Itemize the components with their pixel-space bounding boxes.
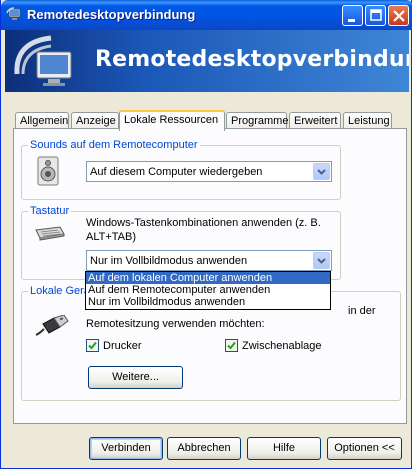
close-button[interactable] <box>388 5 409 26</box>
tab-label: Anzeige <box>76 115 116 127</box>
clipboard-label: Zwischenablage <box>242 340 322 352</box>
remote-desktop-banner-icon <box>11 34 77 90</box>
remote-desktop-window: Remotedesktopverbindung Remotedesktopver… <box>0 0 412 469</box>
connect-button[interactable]: Verbinden <box>89 437 163 460</box>
tab-strip: Allgemein Anzeige Lokale Ressourcen Prog… <box>13 110 407 131</box>
banner-title: Remotedesktopverbindung <box>95 47 409 72</box>
chevron-down-icon[interactable] <box>313 252 330 269</box>
keyboard-dropdown-list[interactable]: Auf dem lokalen Computer anwenden Auf de… <box>85 271 331 310</box>
sounds-select[interactable]: Auf diesem Computer wiedergeben <box>86 161 332 182</box>
help-button[interactable]: Hilfe <box>247 437 321 460</box>
clipboard-checkbox[interactable] <box>225 339 238 352</box>
usb-plug-icon <box>34 314 72 339</box>
local-devices-group-title: Lokale Gerä <box>28 285 92 297</box>
printer-label: Drucker <box>103 340 142 352</box>
tab-lokale-ressourcen[interactable]: Lokale Ressourcen <box>119 110 225 131</box>
maximize-button[interactable] <box>365 5 386 26</box>
banner: Remotedesktopverbindung <box>5 30 409 92</box>
local-devices-desc-line2: Remotesitzung verwenden möchten: <box>86 318 265 330</box>
chevron-down-icon[interactable] <box>313 163 330 180</box>
dropdown-option-remote[interactable]: Auf dem Remotecomputer anwenden <box>86 284 330 296</box>
keyboard-icon <box>34 225 66 241</box>
printer-checkbox[interactable] <box>86 339 99 352</box>
keyboard-group-title: Tastatur <box>28 205 72 217</box>
sounds-group-title: Sounds auf dem Remotecomputer <box>28 139 200 151</box>
tab-label: Lokale Ressourcen <box>124 114 219 126</box>
options-button[interactable]: Optionen << <box>327 437 402 460</box>
keyboard-select[interactable]: Nur im Vollbildmodus anwenden <box>86 250 332 271</box>
tab-label: Allgemein <box>20 115 69 127</box>
minimize-button[interactable] <box>342 5 363 26</box>
sounds-select-value: Auf diesem Computer wiedergeben <box>90 166 263 178</box>
title-bar[interactable]: Remotedesktopverbindung <box>1 0 412 30</box>
tab-label: Programme <box>231 115 289 127</box>
speaker-icon <box>35 155 63 187</box>
tab-label: Leistung <box>348 115 390 127</box>
keyboard-select-value: Nur im Vollbildmodus anwenden <box>90 255 248 267</box>
keyboard-description-line1: Windows-Tastenkombinationen anwenden (z.… <box>86 217 321 229</box>
local-devices-desc-tail: in der <box>348 305 376 317</box>
cancel-button[interactable]: Abbrechen <box>167 437 241 460</box>
window-title: Remotedesktopverbindung <box>27 7 196 22</box>
dropdown-option-local[interactable]: Auf dem lokalen Computer anwenden <box>86 272 330 284</box>
remote-desktop-icon <box>6 7 22 23</box>
keyboard-description-line2: ALT+TAB) <box>86 231 137 243</box>
more-devices-button[interactable]: Weitere... <box>88 366 183 389</box>
dropdown-option-fullscreen[interactable]: Nur im Vollbildmodus anwenden <box>86 296 330 308</box>
tab-label: Erweitert <box>294 115 338 127</box>
